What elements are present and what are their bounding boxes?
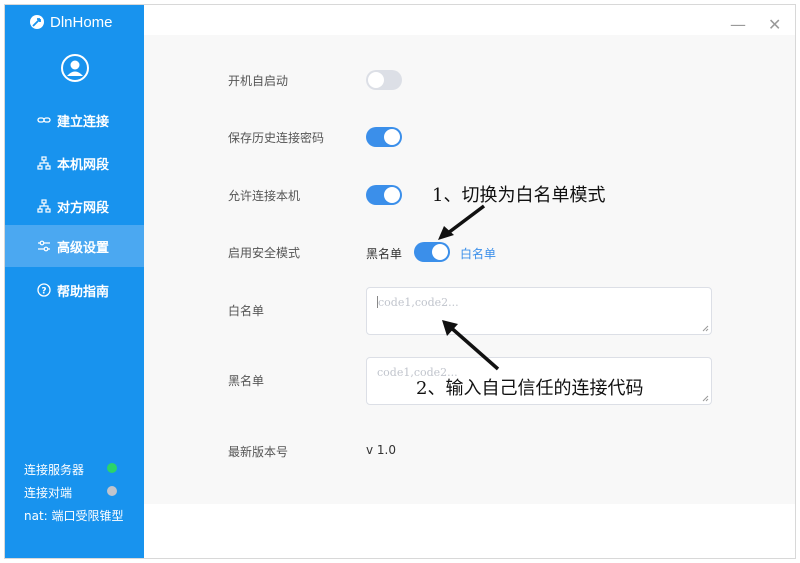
sidebar-item-local-network[interactable]: 本机网段 bbox=[5, 142, 144, 184]
version-value: v 1.0 bbox=[366, 443, 396, 457]
settings-content: 开机自启动 保存历史连接密码 允许连接本机 启用安全模式 黑名单 白名单 白名单… bbox=[144, 35, 795, 504]
nat-type-status: nat: 端口受限锥型 bbox=[24, 509, 124, 523]
sidebar-item-label: 本机网段 bbox=[57, 157, 110, 173]
sliders-icon bbox=[36, 238, 52, 254]
autostart-toggle[interactable] bbox=[366, 70, 402, 90]
toggle-knob bbox=[384, 129, 400, 145]
peer-connection-status: 连接对端 bbox=[24, 486, 73, 500]
annotation-arrow-icon bbox=[438, 204, 486, 240]
save-password-label: 保存历史连接密码 bbox=[228, 131, 325, 145]
blacklist-label: 黑名单 bbox=[228, 374, 265, 388]
allow-local-toggle[interactable] bbox=[366, 185, 402, 205]
help-circle-icon: ? bbox=[36, 282, 52, 298]
svg-text:?: ? bbox=[41, 287, 46, 297]
network-icon bbox=[36, 155, 52, 171]
blacklist-mode-text: 黑名单 bbox=[366, 247, 403, 261]
sidebar-item-label: 高级设置 bbox=[57, 240, 110, 256]
toggle-knob bbox=[432, 244, 448, 260]
version-label: 最新版本号 bbox=[228, 445, 289, 459]
rocket-icon bbox=[29, 14, 45, 30]
toggle-knob bbox=[384, 187, 400, 203]
app-brand: DlnHome bbox=[29, 10, 113, 34]
minimize-button[interactable]: — bbox=[730, 15, 746, 34]
safe-mode-label: 启用安全模式 bbox=[228, 246, 301, 260]
toggle-knob bbox=[368, 72, 384, 88]
sidebar-item-advanced-settings[interactable]: 高级设置 bbox=[5, 225, 144, 267]
sidebar-item-label: 建立连接 bbox=[57, 114, 110, 130]
app-window: DlnHome 建立连接 本机网段 对方网段 高级设置 ? 帮助指南 连接服务器… bbox=[4, 4, 796, 559]
sidebar-item-label: 对方网段 bbox=[57, 200, 110, 216]
close-button[interactable]: ✕ bbox=[768, 15, 781, 34]
annotation-step2: 2、输入自己信任的连接代码 bbox=[414, 374, 646, 400]
sidebar: DlnHome 建立连接 本机网段 对方网段 高级设置 ? 帮助指南 连接服务器… bbox=[5, 5, 144, 558]
annotation-step2-text: 2、输入自己信任的连接代码 bbox=[414, 378, 646, 399]
whitelist-label: 白名单 bbox=[228, 304, 265, 318]
app-name: DlnHome bbox=[50, 13, 113, 31]
whitelist-mode-text: 白名单 bbox=[460, 247, 497, 261]
sidebar-item-connect[interactable]: 建立连接 bbox=[5, 99, 144, 141]
link-icon bbox=[36, 112, 52, 128]
safe-mode-toggle[interactable] bbox=[414, 242, 450, 262]
save-password-toggle[interactable] bbox=[366, 127, 402, 147]
resize-handle-icon[interactable] bbox=[702, 395, 709, 402]
sidebar-item-label: 帮助指南 bbox=[57, 284, 110, 300]
whitelist-textarea[interactable]: code1,code2... bbox=[366, 287, 712, 335]
allow-local-label: 允许连接本机 bbox=[228, 189, 301, 203]
whitelist-placeholder: code1,code2... bbox=[378, 296, 459, 309]
server-connection-status: 连接服务器 bbox=[24, 463, 85, 477]
main-panel: — ✕ 开机自启动 保存历史连接密码 允许连接本机 启用安全模式 黑名单 白名单… bbox=[144, 5, 795, 558]
user-circle-icon[interactable] bbox=[60, 53, 90, 87]
network-icon bbox=[36, 198, 52, 214]
peer-status-dot bbox=[107, 486, 117, 496]
annotation-arrow-icon bbox=[442, 320, 500, 371]
resize-handle-icon[interactable] bbox=[702, 325, 709, 332]
sidebar-item-remote-network[interactable]: 对方网段 bbox=[5, 185, 144, 227]
server-status-dot bbox=[107, 463, 117, 473]
sidebar-item-help[interactable]: ? 帮助指南 bbox=[5, 269, 144, 311]
autostart-label: 开机自启动 bbox=[228, 74, 289, 88]
